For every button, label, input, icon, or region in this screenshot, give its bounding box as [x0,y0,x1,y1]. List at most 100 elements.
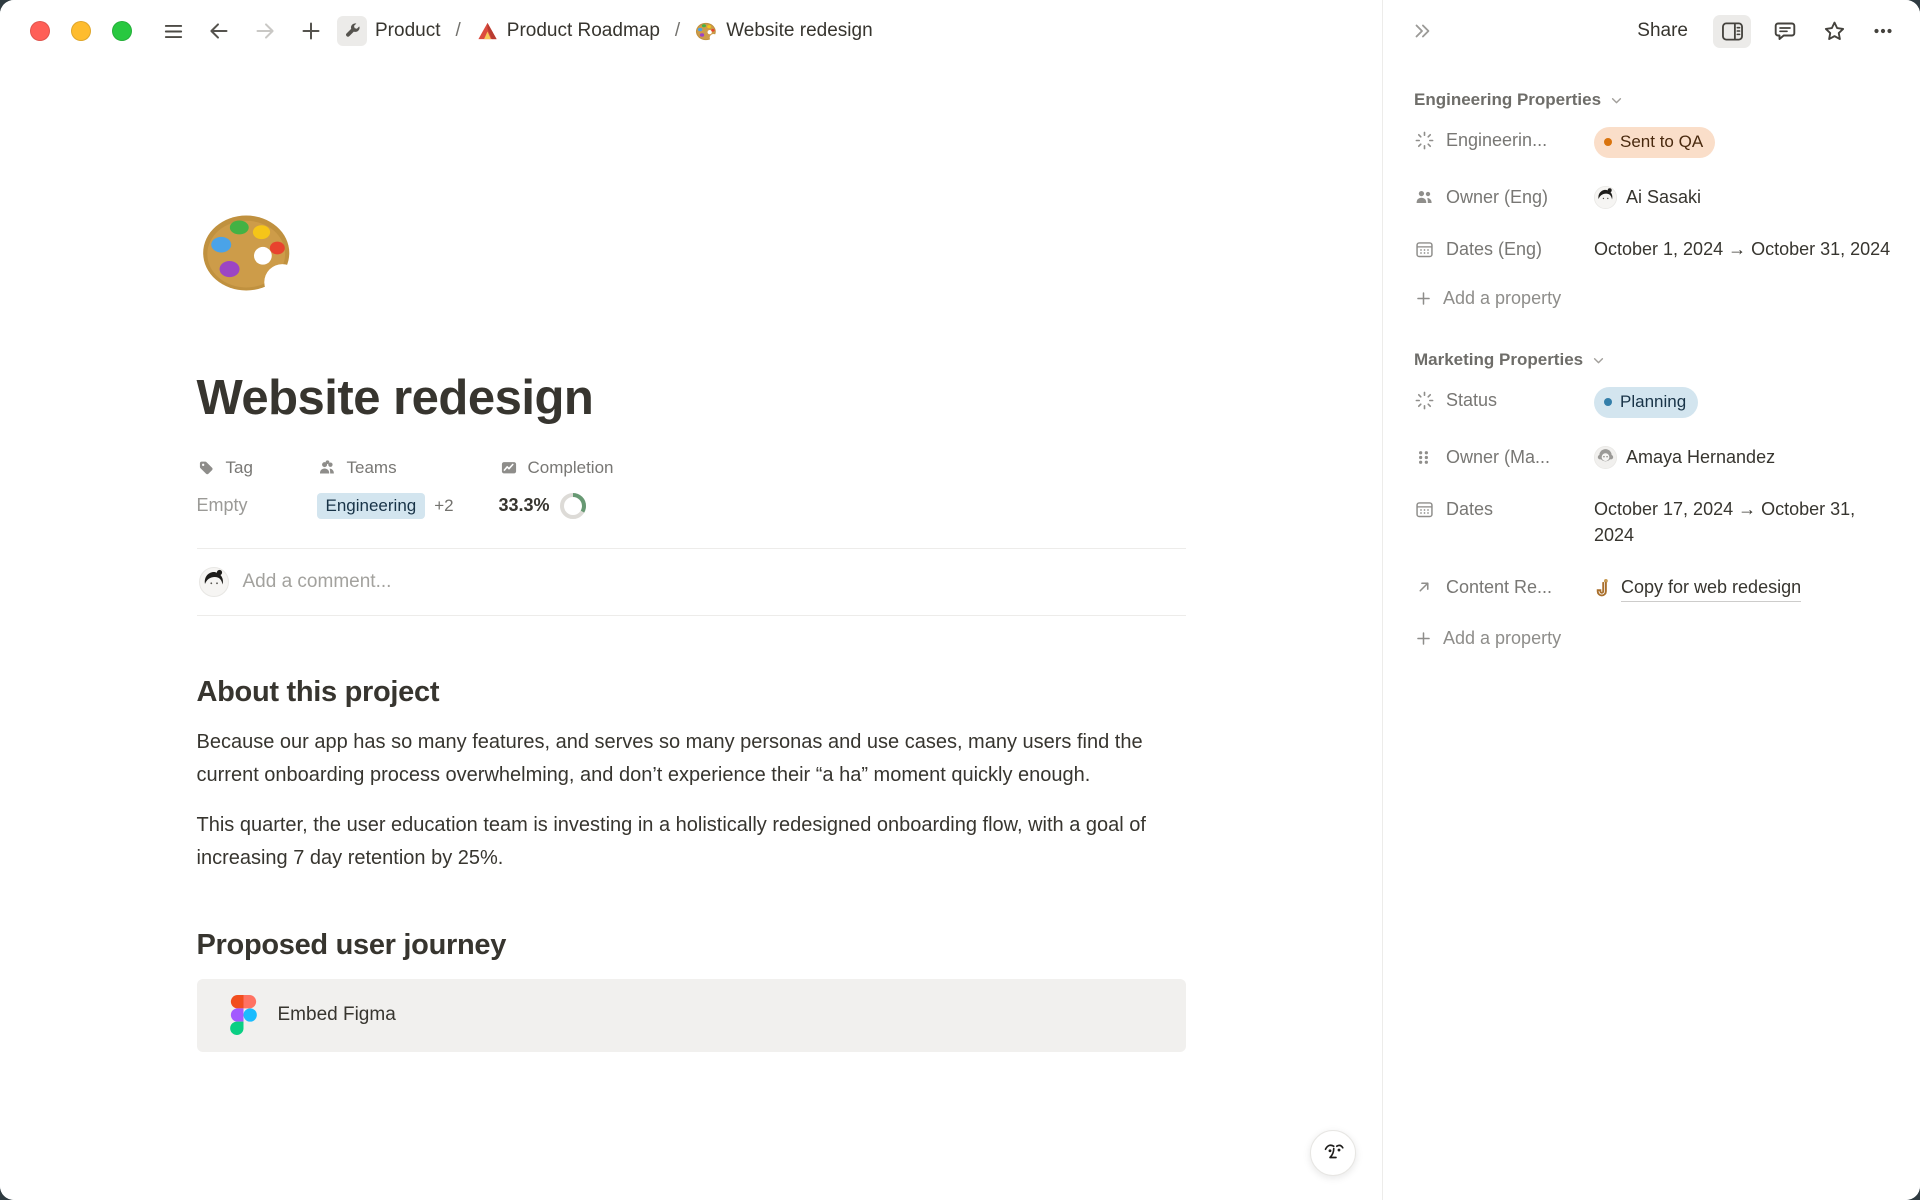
status-pill-label: Planning [1620,389,1686,415]
share-button[interactable]: Share [1631,16,1694,46]
completion-ring [559,492,587,520]
ai-face-icon [1318,1138,1348,1168]
prop-value-completion[interactable]: 33.3% [499,492,1186,520]
arrow-right-icon [253,19,277,43]
minimize-window-button[interactable] [71,21,91,41]
forward-button[interactable] [250,16,280,46]
main-area: Product / Product Roadmap / [0,0,1382,1200]
collapse-panel-button[interactable] [1407,16,1437,46]
property-label: Dates (Eng) [1446,236,1594,262]
properties-panel: Share Engineering Properties [1382,0,1920,1200]
plus-icon [1414,629,1433,648]
sidebar-menu-button[interactable] [158,16,188,46]
status-burst-icon [1414,127,1446,153]
breadcrumb: Product / Product Roadmap / [332,13,878,49]
prop-label-completion[interactable]: Completion [499,458,1186,478]
hook-icon [1594,578,1613,599]
plus-icon [1414,289,1433,308]
notion-ai-button[interactable] [1310,1130,1356,1176]
side-panel-icon [1721,21,1744,42]
add-property-label: Add a property [1443,628,1561,649]
property-row-dates-eng[interactable]: Dates (Eng) October 1, 2024 → October 31… [1414,223,1896,275]
section-engineering-properties[interactable]: Engineering Properties [1414,90,1896,110]
property-row-status[interactable]: Status Planning [1414,374,1896,431]
person-value[interactable]: Ai Sasaki [1594,184,1896,210]
breadcrumb-item-website-redesign[interactable]: Website redesign [690,17,877,45]
person-name: Amaya Hernandez [1626,444,1775,470]
chart-icon [499,458,519,478]
status-pill-sent-to-qa[interactable]: Sent to QA [1594,127,1715,158]
property-row-content-request[interactable]: Content Re... Copy for web redesign [1414,561,1896,615]
panel-body: Engineering Properties Engineerin... Sen… [1383,62,1920,662]
status-pill-planning[interactable]: Planning [1594,387,1698,418]
figma-icon [230,995,257,1035]
more-options-button[interactable] [1868,16,1898,46]
person-value[interactable]: Amaya Hernandez [1594,444,1896,470]
section-marketing-properties[interactable]: Marketing Properties [1414,350,1896,370]
property-label: Engineerin... [1446,127,1594,153]
close-window-button[interactable] [30,21,50,41]
section-title: Engineering Properties [1414,90,1601,110]
date-range-value[interactable]: October 17, 2024 → October 31, 2024 [1594,496,1896,548]
about-paragraph-2: This quarter, the user education team is… [197,809,1186,875]
favorite-button[interactable] [1819,16,1849,46]
new-page-button[interactable] [296,16,326,46]
user-avatar [199,567,229,597]
page-icon-palette[interactable] [199,208,1186,298]
section-title: Marketing Properties [1414,350,1583,370]
prop-value-teams[interactable]: Engineering +2 [317,492,499,520]
embed-figma-block[interactable]: Embed Figma [197,979,1186,1052]
status-pill-label: Sent to QA [1620,129,1703,155]
person-name: Ai Sasaki [1626,184,1701,210]
notion-window: Product / Product Roadmap / [0,0,1920,1200]
back-button[interactable] [204,16,234,46]
breadcrumb-label: Website redesign [726,20,872,42]
chevron-down-icon [1590,352,1607,369]
property-row-owner-marketing[interactable]: Owner (Ma... Amaya Hernandez [1414,431,1896,483]
star-icon [1822,19,1847,44]
breadcrumb-item-product[interactable]: Product [332,13,445,49]
status-dot [1604,138,1612,146]
linked-page-value[interactable]: Copy for web redesign [1594,574,1896,602]
property-label: Content Re... [1446,574,1594,600]
teams-overflow-count: +2 [434,496,453,516]
comments-icon [1773,19,1797,43]
double-chevron-right-icon [1411,20,1433,42]
divider [197,615,1186,616]
about-paragraph-1: Because our app has so many features, an… [197,726,1186,792]
people-icon [1414,184,1446,210]
status-dot [1604,398,1612,406]
hamburger-icon [162,20,185,43]
add-property-engineering[interactable]: Add a property [1414,275,1896,322]
property-row-dates[interactable]: Dates October 17, 2024 → October 31, 202… [1414,483,1896,561]
tag-icon [197,458,217,478]
property-label: Owner (Eng) [1446,184,1594,210]
main-topbar: Product / Product Roadmap / [0,0,1382,62]
breadcrumb-separator: / [674,20,681,42]
page-body: Website redesign Tag Teams Completion [0,62,1382,1052]
comments-button[interactable] [1770,16,1800,46]
property-row-owner-eng[interactable]: Owner (Eng) Ai Sasaki [1414,171,1896,223]
comment-input[interactable]: Add a comment... [243,571,1184,593]
chevron-down-icon [1608,92,1625,109]
engineering-tag[interactable]: Engineering [317,493,426,519]
prop-label-teams[interactable]: Teams [317,458,499,478]
zoom-window-button[interactable] [112,21,132,41]
panel-topbar: Share [1383,0,1920,62]
palette-icon [695,21,718,42]
completion-percent: 33.3% [499,495,550,516]
prop-value-tag[interactable]: Empty [197,492,317,520]
status-burst-icon [1414,387,1446,413]
add-property-marketing[interactable]: Add a property [1414,615,1896,662]
property-row-engineering-status[interactable]: Engineerin... Sent to QA [1414,114,1896,171]
linked-page-title[interactable]: Copy for web redesign [1621,574,1801,602]
breadcrumb-separator: / [454,20,461,42]
about-heading: About this project [197,676,1186,709]
date-range-value[interactable]: October 1, 2024 → October 31, 2024 [1594,236,1896,262]
prop-label-tag[interactable]: Tag [197,458,317,478]
add-property-label: Add a property [1443,288,1561,309]
calendar-icon [1414,236,1446,262]
drag-handle-icon[interactable] [1414,444,1446,470]
breadcrumb-item-product-roadmap[interactable]: Product Roadmap [471,17,665,46]
toggle-side-panel-button[interactable] [1713,15,1751,48]
